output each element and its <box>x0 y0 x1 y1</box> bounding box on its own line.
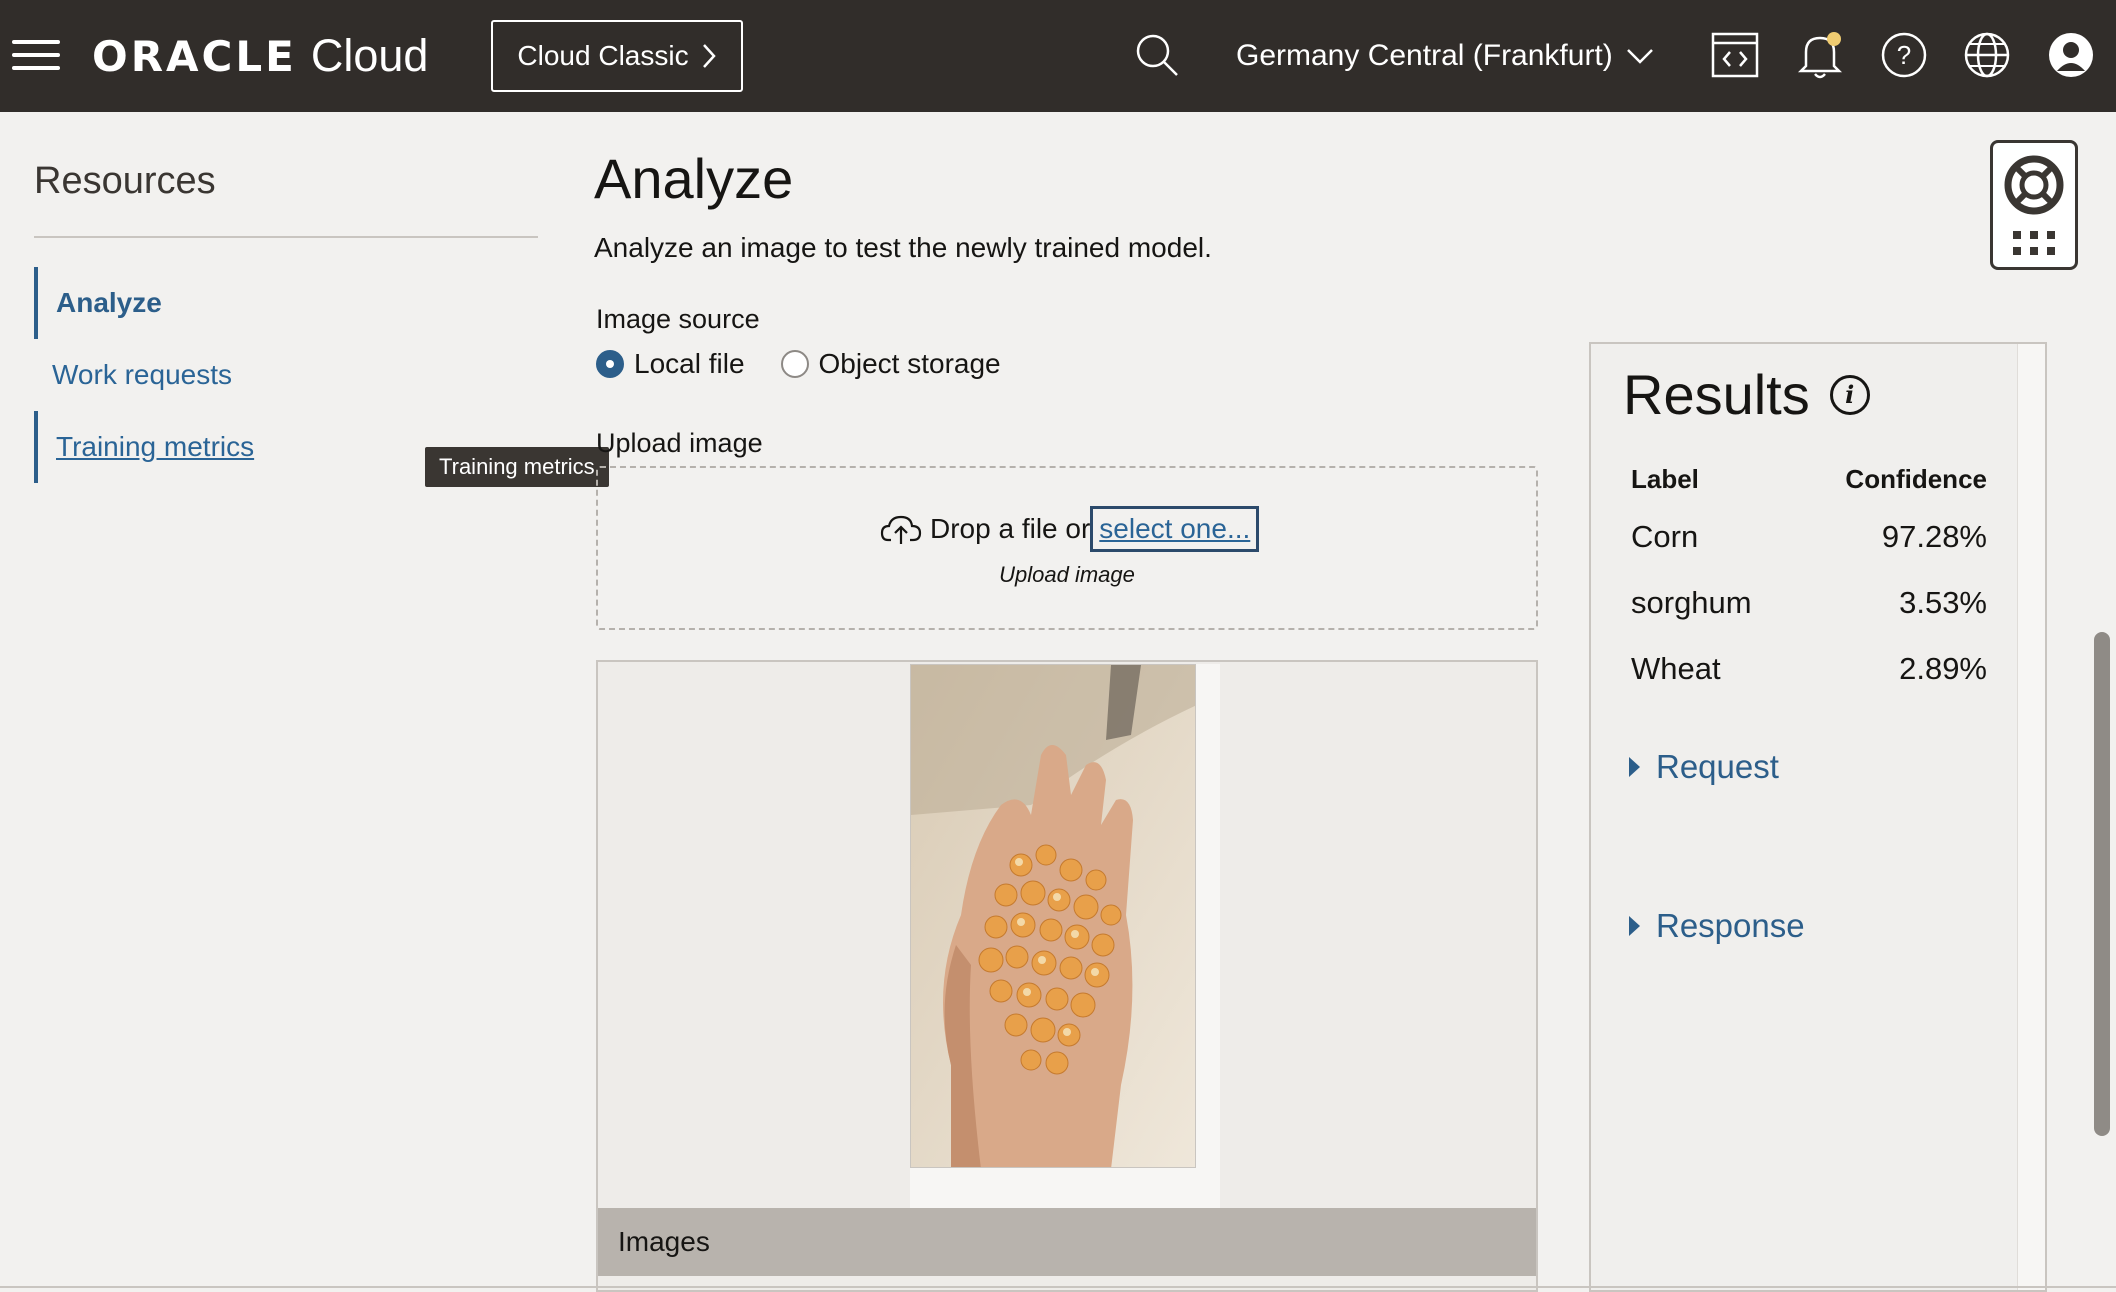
image-preview-panel: Images <box>596 660 1538 1292</box>
results-header-row: Label Confidence <box>1631 454 1987 504</box>
globe-icon[interactable] <box>1962 30 2012 80</box>
caret-right-icon <box>1629 916 1640 936</box>
user-icon[interactable] <box>2046 30 2096 80</box>
caret-right-icon <box>1629 757 1640 777</box>
top-navigation-bar: ORACLE Cloud Cloud Classic Germany Centr… <box>0 0 2116 112</box>
chevron-right-icon <box>702 44 716 68</box>
label-column-header: Label <box>1631 463 1699 494</box>
radio-local-file-indicator[interactable] <box>596 350 624 378</box>
region-label: Germany Central (Frankfurt) <box>1236 39 1613 72</box>
training-metrics-tooltip: Training metrics <box>425 447 609 487</box>
table-row: Wheat 2.89% <box>1631 636 1987 702</box>
result-confidence: 2.89% <box>1899 651 1987 686</box>
thumbnail-card[interactable] <box>910 664 1220 1208</box>
drop-line: Drop a file or select one... <box>880 506 1260 552</box>
page-scrollbar-thumb[interactable] <box>2094 632 2110 1136</box>
svg-text:?: ? <box>1897 40 1911 70</box>
resources-title: Resources <box>34 160 216 202</box>
images-section-bar: Images <box>598 1208 1536 1276</box>
lifebuoy-icon <box>2004 155 2064 255</box>
region-selector[interactable]: Germany Central (Frankfurt) <box>1236 30 1655 82</box>
sidebar-item-label: Analyze <box>56 287 162 318</box>
results-scrollbar[interactable] <box>2017 344 2045 1290</box>
images-bar-label: Images <box>618 1226 710 1257</box>
notification-dot <box>1827 32 1841 46</box>
uploaded-image-thumbnail <box>910 664 1196 1168</box>
table-row: sorghum 3.53% <box>1631 570 1987 636</box>
radio-object-storage-label: Object storage <box>818 348 1001 379</box>
help-launcher-button[interactable] <box>1990 140 2078 270</box>
file-dropzone[interactable]: Drop a file or select one... Upload imag… <box>596 466 1538 630</box>
radio-local-file-label: Local file <box>634 348 745 379</box>
results-title: Results i <box>1623 362 1870 427</box>
results-title-text: Results <box>1623 363 1810 426</box>
sidebar-item-label: Training metrics <box>56 431 255 462</box>
results-panel: Results i Label Confidence Corn 97.28% s… <box>1589 342 2047 1292</box>
bottom-divider <box>0 1286 2116 1288</box>
image-source-radio-group: Local file Object storage <box>596 348 1037 380</box>
bell-icon[interactable] <box>1795 30 1845 80</box>
result-label: Wheat <box>1631 651 1721 686</box>
upload-image-label: Upload image <box>596 428 763 458</box>
page-description: Analyze an image to test the newly train… <box>594 232 1212 263</box>
cloud-classic-label: Cloud Classic <box>517 40 689 71</box>
radio-local-file[interactable]: Local file <box>596 348 745 380</box>
resources-divider <box>34 236 538 238</box>
result-label: sorghum <box>1631 585 1752 620</box>
request-label: Request <box>1656 748 1779 785</box>
confidence-column-header: Confidence <box>1845 463 1987 494</box>
menu-icon[interactable] <box>12 40 60 70</box>
code-editor-icon[interactable] <box>1710 30 1760 80</box>
result-label: Corn <box>1631 519 1699 554</box>
help-icon[interactable]: ? <box>1879 30 1929 80</box>
drop-subtext: Upload image <box>999 562 1135 587</box>
radio-object-storage-indicator[interactable] <box>780 350 809 378</box>
radio-object-storage[interactable]: Object storage <box>780 348 1001 380</box>
drop-text: Drop a file or <box>930 513 1091 544</box>
info-icon[interactable]: i <box>1829 374 1870 415</box>
cloud-classic-button[interactable]: Cloud Classic <box>491 20 743 92</box>
results-table: Label Confidence Corn 97.28% sorghum 3.5… <box>1631 454 1987 702</box>
oracle-cloud-logo[interactable]: ORACLE Cloud <box>92 30 428 90</box>
logo-brand: ORACLE <box>92 32 297 81</box>
sidebar-item-work-requests[interactable]: Work requests <box>34 339 232 411</box>
sidebar-item-label: Work requests <box>52 359 232 390</box>
result-confidence: 3.53% <box>1899 585 1987 620</box>
logo-product: Cloud <box>310 30 429 81</box>
sidebar-item-training-metrics[interactable]: Training metrics <box>34 411 254 483</box>
cloud-upload-icon <box>880 515 922 544</box>
page-title: Analyze <box>594 147 794 210</box>
image-source-label: Image source <box>596 304 760 334</box>
results-content: Results i Label Confidence Corn 97.28% s… <box>1591 344 2019 1290</box>
response-label: Response <box>1656 907 1805 944</box>
select-file-link[interactable]: select one... <box>1090 506 1260 552</box>
sidebar-item-analyze[interactable]: Analyze <box>34 267 162 339</box>
response-disclosure[interactable]: Response <box>1629 907 1805 945</box>
table-row: Corn 97.28% <box>1631 504 1987 570</box>
chevron-down-icon <box>1626 49 1653 64</box>
request-disclosure[interactable]: Request <box>1629 748 1779 786</box>
search-icon[interactable] <box>1132 30 1182 80</box>
result-confidence: 97.28% <box>1881 519 1987 554</box>
